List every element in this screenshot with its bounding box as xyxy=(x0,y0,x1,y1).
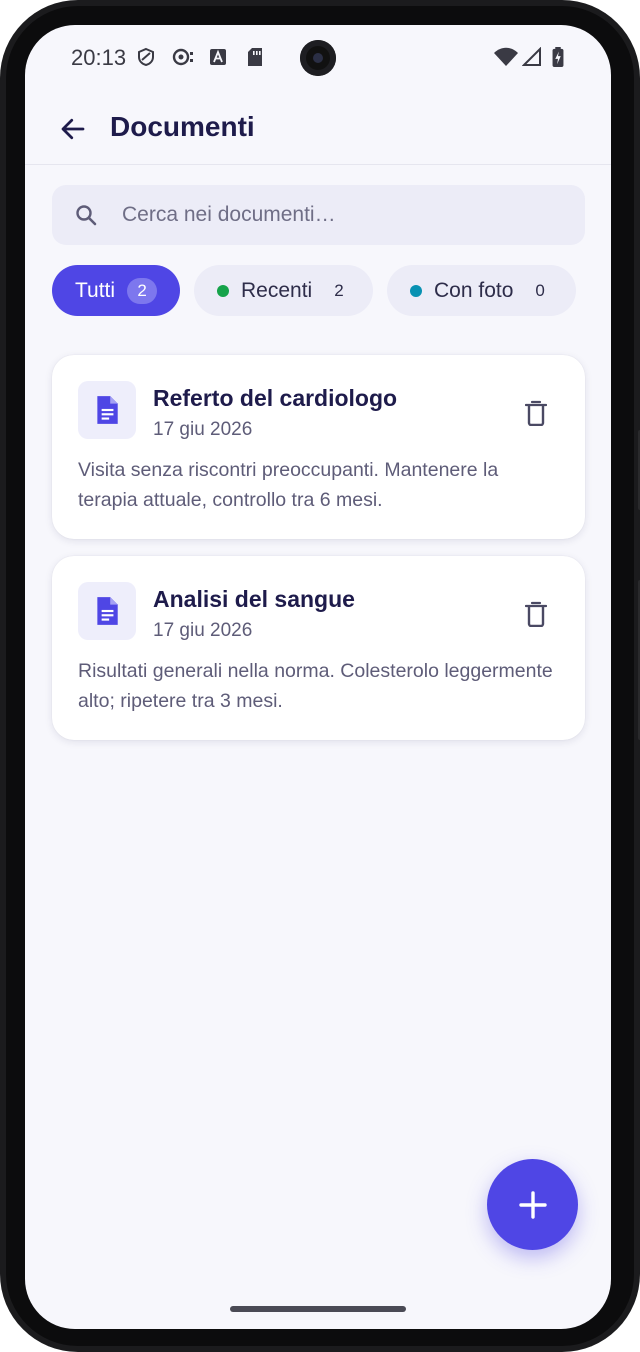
document-description: Risultati generali nella norma. Colester… xyxy=(78,660,553,712)
chip-count-badge: 2 xyxy=(127,277,158,304)
trash-icon xyxy=(525,400,547,426)
chip-label: Tutti xyxy=(75,278,116,302)
status-bar: 20:13 xyxy=(25,25,611,91)
signal-icon xyxy=(522,47,541,66)
page-title: Documenti xyxy=(110,111,255,142)
document-card[interactable]: Referto del cardiologo 17 giu 2026 Visit… xyxy=(52,355,585,539)
chip-label: Recenti xyxy=(241,278,313,302)
search-bar[interactable] xyxy=(52,185,585,245)
chip-count: 2 xyxy=(334,280,344,300)
arrow-left-icon xyxy=(61,118,85,140)
delete-button[interactable] xyxy=(518,596,554,632)
keyboard-a-icon xyxy=(210,49,226,65)
filter-chip-tutti[interactable]: Tutti 2 xyxy=(52,265,180,316)
sd-card-icon xyxy=(248,48,262,66)
document-thumbnail xyxy=(78,582,136,640)
trash-icon xyxy=(525,601,547,627)
search-icon xyxy=(76,205,97,226)
document-thumbnail xyxy=(78,381,136,439)
tracking-icon xyxy=(172,48,193,66)
wifi-icon xyxy=(494,47,518,66)
screen: 20:13 Documenti Cerca nei documenti… Tut… xyxy=(25,25,611,1329)
document-card[interactable]: Analisi del sangue 17 giu 2026 Risultati… xyxy=(52,556,585,740)
chip-label: Con foto xyxy=(434,278,514,302)
chip-count: 0 xyxy=(535,280,545,300)
delete-button[interactable] xyxy=(518,395,554,431)
plus-icon xyxy=(518,1190,547,1219)
document-icon xyxy=(97,396,118,424)
app-bar: Documenti xyxy=(25,91,611,165)
back-button[interactable] xyxy=(53,109,93,149)
home-indicator[interactable] xyxy=(230,1306,406,1312)
document-description: Visita senza riscontri preoccupanti. Man… xyxy=(78,459,499,511)
phone-frame: 20:13 Documenti Cerca nei documenti… Tut… xyxy=(0,0,640,1352)
document-icon xyxy=(97,597,118,625)
teal-dot-icon xyxy=(410,284,422,297)
green-dot-icon xyxy=(217,284,229,297)
document-date: 17 giu 2026 xyxy=(153,419,253,440)
shield-icon xyxy=(138,47,154,67)
filter-chip-con-foto[interactable]: Con foto 0 xyxy=(387,265,576,316)
search-input[interactable] xyxy=(122,185,562,245)
filter-chip-recenti[interactable]: Recenti 2 xyxy=(194,265,373,316)
document-title: Referto del cardiologo xyxy=(153,385,398,411)
document-title: Analisi del sangue xyxy=(153,586,355,612)
add-document-button[interactable] xyxy=(487,1159,578,1250)
document-date: 17 giu 2026 xyxy=(153,620,253,641)
battery-charging-icon xyxy=(552,47,564,67)
front-camera xyxy=(300,40,336,76)
status-time: 20:13 xyxy=(71,45,127,70)
